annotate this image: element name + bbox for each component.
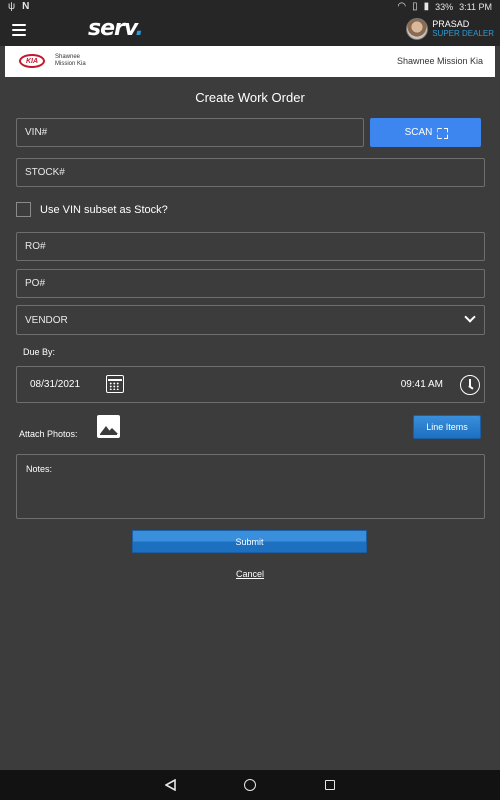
scan-icon	[437, 128, 446, 137]
user-menu[interactable]: PRASAD SUPER DEALER	[406, 18, 494, 40]
back-icon[interactable]	[165, 779, 176, 791]
hamburger-icon[interactable]	[12, 24, 26, 36]
serv-logo: serv.	[88, 16, 144, 41]
submit-button[interactable]: Submit	[132, 530, 367, 553]
due-date-field[interactable]: 08/31/2021	[30, 379, 80, 390]
due-datetime-row: 08/31/2021 09:41 AM	[16, 366, 485, 403]
battery-icon: ▮	[423, 1, 430, 12]
vibrate-icon: ▯	[412, 1, 418, 12]
image-icon[interactable]	[97, 415, 120, 438]
clock-time: 3:11 PM	[459, 2, 492, 12]
user-role: SUPER DEALER	[432, 29, 494, 38]
usb-icon: ψ	[8, 1, 16, 12]
page-title: Create Work Order	[195, 90, 305, 105]
line-items-button[interactable]: Line Items	[413, 415, 481, 439]
dealer-logo-text: Shawnee Mission Kia	[55, 54, 86, 67]
avatar	[406, 18, 429, 40]
vendor-select[interactable]: VENDOR	[16, 305, 485, 335]
scan-button[interactable]: SCAN	[370, 118, 481, 147]
stock-input[interactable]: STOCK#	[16, 158, 485, 187]
kia-logo: KIA	[19, 54, 45, 68]
clock-icon[interactable]	[460, 375, 480, 395]
notes-textarea[interactable]: Notes:	[16, 454, 485, 519]
system-nav-bar	[0, 770, 500, 800]
ro-input[interactable]: RO#	[16, 232, 485, 261]
cancel-link-row: Cancel	[0, 569, 500, 579]
home-icon[interactable]	[244, 779, 256, 791]
chevron-down-icon	[464, 311, 476, 323]
notification-n-icon: N	[22, 1, 30, 12]
recents-icon[interactable]	[325, 780, 335, 790]
due-by-label: Due By:	[23, 347, 56, 357]
dealer-bar: KIA Shawnee Mission Kia Shawnee Mission …	[5, 46, 495, 77]
vin-subset-checkbox[interactable]	[16, 202, 31, 217]
user-name: PRASAD	[432, 19, 470, 29]
vin-subset-label: Use VIN subset as Stock?	[40, 203, 168, 216]
cancel-link[interactable]: Cancel	[236, 569, 264, 579]
battery-percent: 33%	[435, 2, 454, 12]
dealer-name: Shawnee Mission Kia	[396, 56, 483, 66]
wifi-icon: ◠	[397, 1, 407, 12]
vin-subset-row: Use VIN subset as Stock?	[16, 202, 168, 217]
vin-input[interactable]: VIN#	[16, 118, 364, 147]
app-header: serv. PRASAD SUPER DEALER	[0, 14, 500, 46]
po-input[interactable]: PO#	[16, 269, 485, 298]
attach-photos-label: Attach Photos:	[19, 429, 78, 439]
calendar-icon[interactable]	[106, 375, 124, 393]
due-time-field[interactable]: 09:41 AM	[401, 379, 443, 390]
status-bar: ψ N ◠ ▯ ▮ 33% 3:11 PM	[0, 0, 500, 14]
